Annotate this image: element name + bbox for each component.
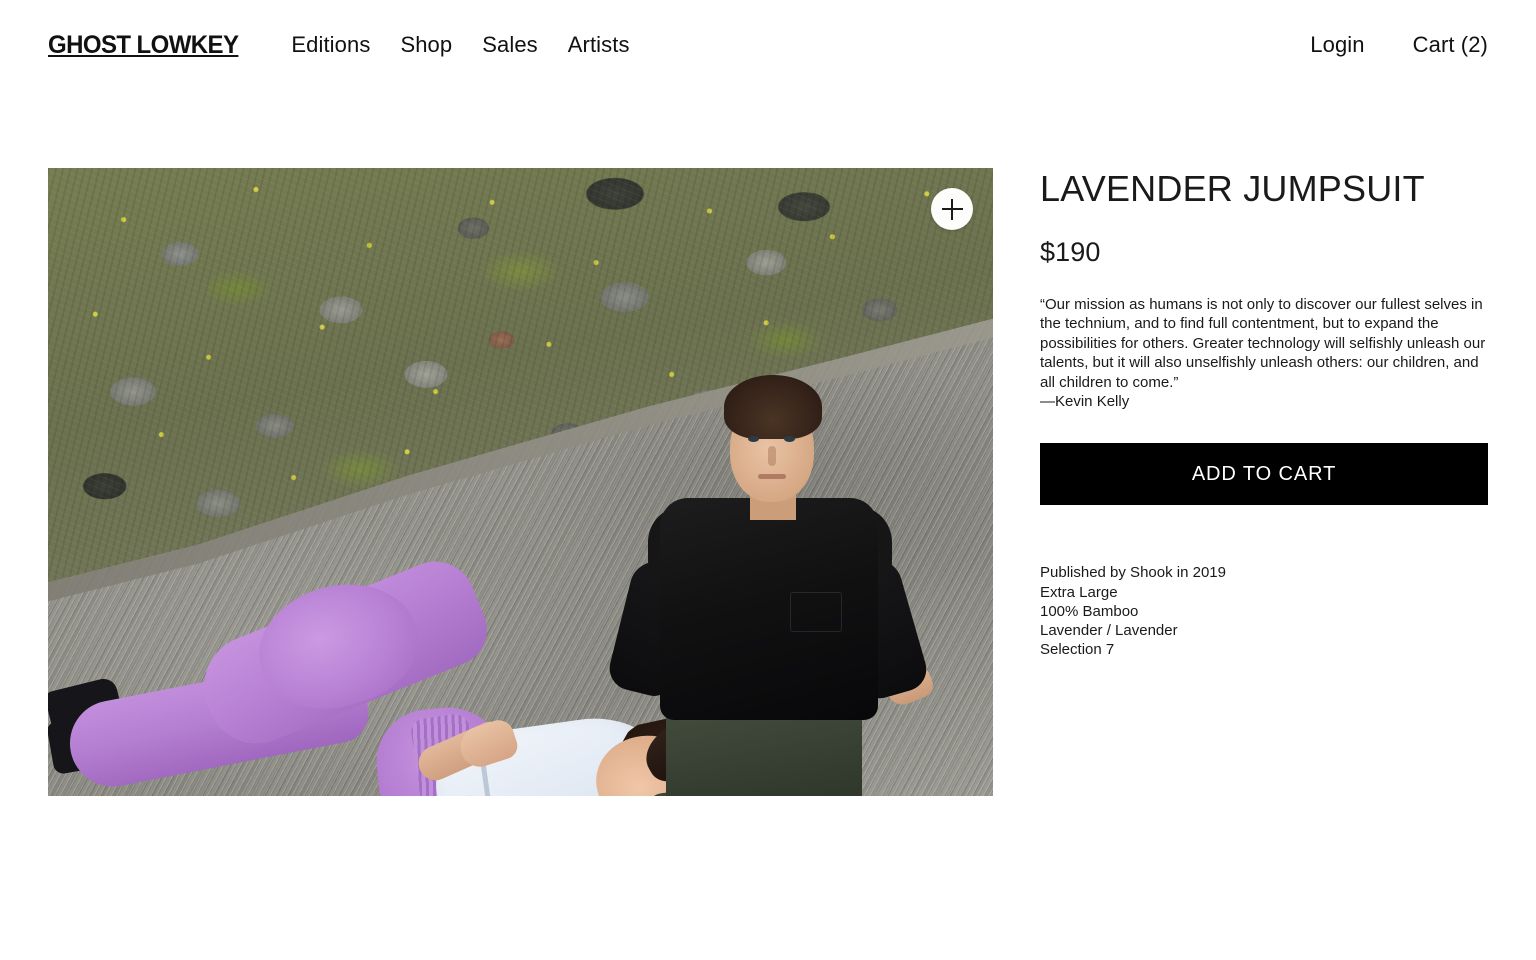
login-link[interactable]: Login xyxy=(1310,32,1364,58)
product-meta-color: Lavender / Lavender xyxy=(1040,622,1178,640)
product-meta-list: Published by Shook in 2019 Extra Large 1… xyxy=(1040,563,1488,659)
photo-man-left-eye xyxy=(748,436,759,442)
product-meta-publisher: Published by Shook in 2019 xyxy=(1040,564,1226,582)
nav-item-shop[interactable]: Shop xyxy=(385,32,467,58)
header-account-area: Login Cart (2) xyxy=(1310,32,1488,58)
nav-item-sales[interactable]: Sales xyxy=(467,32,553,58)
product-meta-material: 100% Bamboo xyxy=(1040,602,1139,620)
photo-man-chest-pocket xyxy=(790,592,842,632)
product-price: $190 xyxy=(1040,237,1101,267)
photo-man-nose xyxy=(768,446,776,466)
main-navigation: Editions Shop Sales Artists xyxy=(276,32,644,58)
nav-item-artists[interactable]: Artists xyxy=(553,32,645,58)
photo-man-right-eye xyxy=(784,436,795,442)
cart-link[interactable]: Cart (2) xyxy=(1413,32,1488,58)
nav-item-editions[interactable]: Editions xyxy=(276,32,385,58)
product-details: LAVENDER JUMPSUIT $190 “Our mission as h… xyxy=(1040,168,1488,659)
plus-icon-vertical-bar xyxy=(951,198,953,220)
product-description: “Our mission as humans is not only to di… xyxy=(1040,295,1486,411)
product-meta-size: Extra Large xyxy=(1040,583,1118,601)
photo-model-man xyxy=(48,168,993,796)
product-description-attribution: —Kevin Kelly xyxy=(1040,393,1130,411)
add-to-cart-button[interactable]: ADD TO CART xyxy=(1040,443,1488,506)
product-photo xyxy=(48,168,993,796)
photo-man-black-shirt xyxy=(660,498,878,720)
product-image[interactable] xyxy=(48,168,993,796)
product-page: GHOST LOWKEY Editions Shop Sales Artists… xyxy=(0,0,1536,960)
photo-man-hair xyxy=(724,375,822,439)
site-header: GHOST LOWKEY Editions Shop Sales Artists… xyxy=(0,0,1536,90)
zoom-plus-icon[interactable] xyxy=(931,188,973,230)
brand-logo[interactable]: GHOST LOWKEY xyxy=(48,31,239,60)
product-description-text: “Our mission as humans is not only to di… xyxy=(1040,296,1486,391)
photo-man-mouth xyxy=(758,474,786,479)
product-title: LAVENDER JUMPSUIT xyxy=(1040,168,1425,209)
product-meta-selection: Selection 7 xyxy=(1040,641,1115,659)
